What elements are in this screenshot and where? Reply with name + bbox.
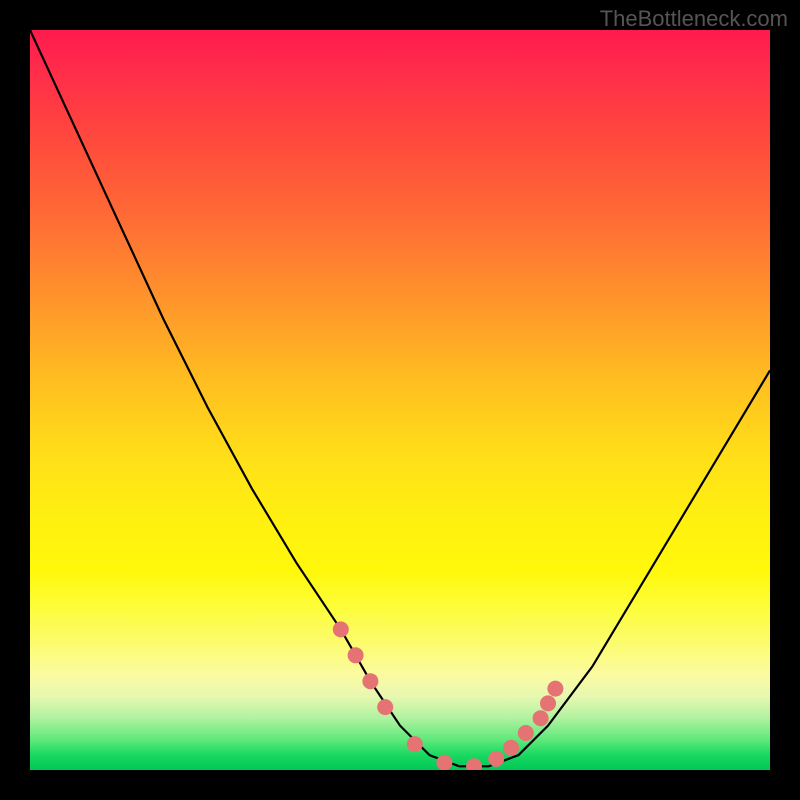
highlight-dot [348, 647, 364, 663]
highlight-dot [377, 699, 393, 715]
highlight-dot [362, 673, 378, 689]
highlight-dot [333, 621, 349, 637]
watermark-text: TheBottleneck.com [600, 6, 788, 32]
highlight-dot [466, 758, 482, 770]
highlight-dot [518, 725, 534, 741]
plot-area [30, 30, 770, 770]
highlight-dot [547, 681, 563, 697]
highlight-dot [407, 736, 423, 752]
highlight-dot [436, 755, 452, 770]
bottleneck-curve-path [30, 30, 770, 766]
highlight-dots-group [333, 621, 564, 770]
highlight-dot [533, 710, 549, 726]
chart-svg [30, 30, 770, 770]
highlight-dot [540, 695, 556, 711]
highlight-dot [503, 740, 519, 756]
highlight-dot [488, 751, 504, 767]
